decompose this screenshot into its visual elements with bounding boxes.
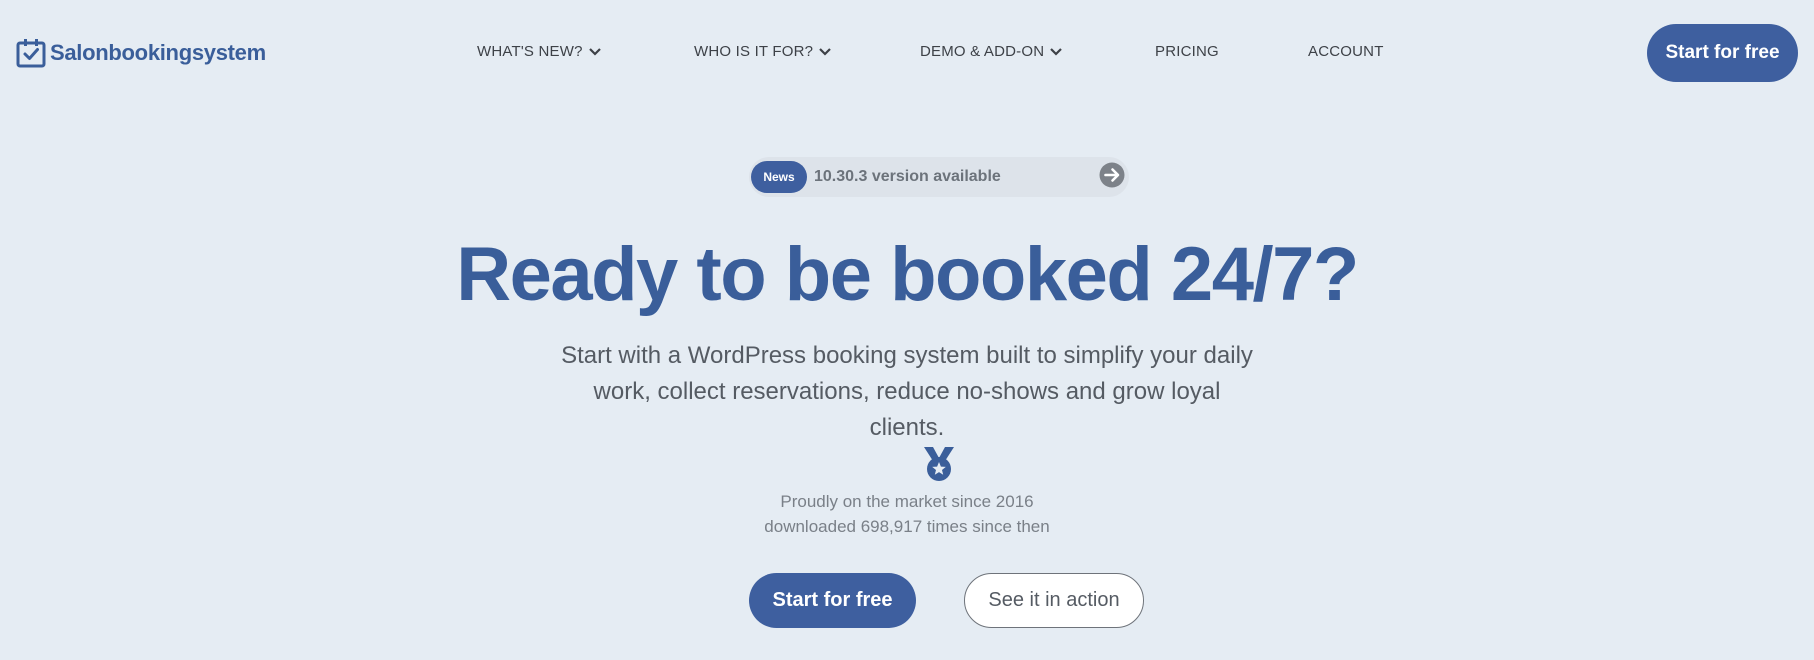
chevron-down-icon bbox=[1050, 47, 1063, 56]
hero-title: Ready to be booked 24/7? bbox=[456, 232, 1359, 317]
nav-item-label: WHAT'S NEW? bbox=[477, 43, 583, 60]
hero-subtitle-line: work, collect reservations, reduce no-sh… bbox=[593, 378, 1221, 441]
nav-item-label: WHO IS IT FOR? bbox=[694, 43, 814, 60]
nav-item-label: PRICING bbox=[1155, 43, 1219, 60]
nav-item-who-is-it-for[interactable]: WHO IS IT FOR? bbox=[694, 43, 831, 60]
page: Salonbookingsystem WHAT'S NEW? WHO IS IT… bbox=[0, 0, 1814, 660]
market-since: Proudly on the market since 2016 bbox=[780, 492, 1034, 511]
news-text: 10.30.3 version available bbox=[814, 168, 1001, 185]
main-nav: WHAT'S NEW? WHO IS IT FOR? DEMO & ADD-ON… bbox=[0, 43, 1814, 67]
chevron-down-icon bbox=[819, 47, 831, 56]
nav-item-label: ACCOUNT bbox=[1308, 43, 1384, 60]
news-badge: News bbox=[751, 161, 807, 193]
arrow-right-circle-icon[interactable] bbox=[1099, 162, 1125, 188]
header-start-for-free-button[interactable]: Start for free bbox=[1647, 24, 1798, 82]
see-it-in-action-button[interactable]: See it in action bbox=[964, 573, 1144, 628]
news-bar[interactable]: News 10.30.3 version available bbox=[749, 157, 1129, 197]
site-header: Salonbookingsystem WHAT'S NEW? WHO IS IT… bbox=[0, 0, 1814, 108]
chevron-down-icon bbox=[588, 47, 601, 56]
nav-item-whats-new[interactable]: WHAT'S NEW? bbox=[477, 43, 601, 60]
nav-item-pricing[interactable]: PRICING bbox=[1155, 43, 1219, 60]
market-info: Proudly on the market since 2016 downloa… bbox=[0, 489, 1814, 539]
nav-item-label: DEMO & ADD-ON bbox=[920, 43, 1045, 60]
download-count: downloaded 698,917 times since then bbox=[764, 517, 1050, 536]
nav-item-account[interactable]: ACCOUNT bbox=[1308, 43, 1384, 60]
hero-subtitle: Start with a WordPress booking system bu… bbox=[557, 338, 1257, 446]
medal-icon bbox=[924, 447, 954, 481]
nav-item-demo-add-on[interactable]: DEMO & ADD-ON bbox=[920, 43, 1063, 60]
start-for-free-button[interactable]: Start for free bbox=[749, 573, 916, 628]
hero-subtitle-line: Start with a WordPress booking system bu… bbox=[561, 342, 1253, 369]
